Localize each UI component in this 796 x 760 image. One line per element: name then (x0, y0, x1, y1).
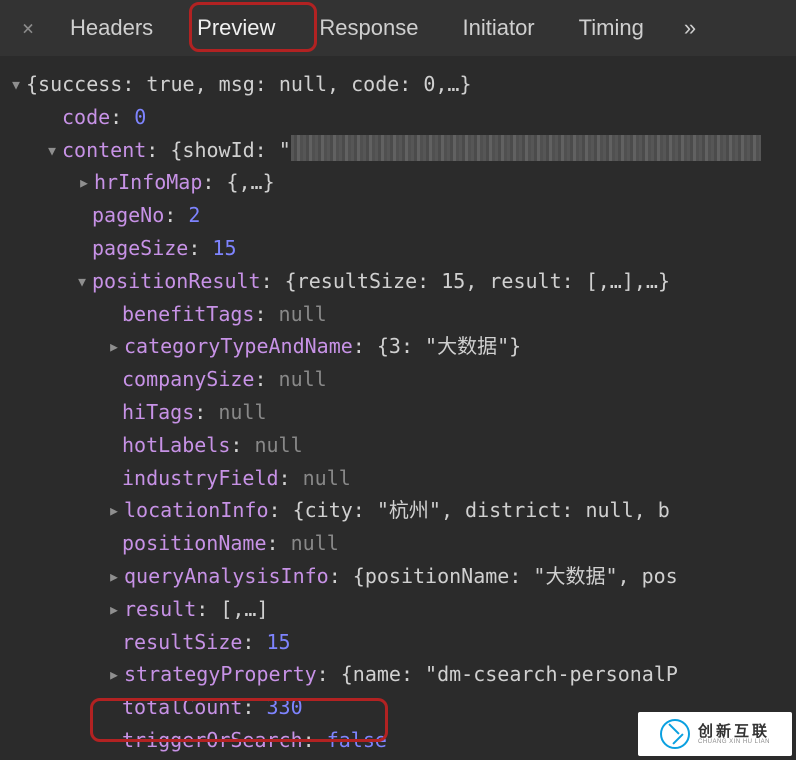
devtools-panel-tabbar: × Headers Preview Response Initiator Tim… (0, 0, 796, 56)
prop-positionname[interactable]: positionName: null (8, 527, 796, 560)
tab-timing[interactable]: Timing (557, 5, 666, 51)
toggle-icon[interactable] (8, 68, 24, 101)
prop-content[interactable]: content: {showId: " (8, 134, 796, 167)
toggle-icon[interactable] (106, 658, 122, 691)
root-summary: {success: true, msg: null, code: 0,…} (26, 72, 472, 96)
prop-locationinfo[interactable]: locationInfo: {city: "杭州", district: nul… (8, 494, 796, 527)
prop-result[interactable]: result: [,…] (8, 593, 796, 626)
more-tabs-icon[interactable]: » (666, 5, 714, 51)
toggle-icon[interactable] (106, 330, 122, 363)
prop-hrinfomap[interactable]: hrInfoMap: {,…} (8, 166, 796, 199)
watermark-mark-icon (660, 719, 690, 749)
prop-industryfield[interactable]: industryField: null (8, 462, 796, 495)
prop-queryanalysisinfo[interactable]: queryAnalysisInfo: {positionName: "大数据",… (8, 560, 796, 593)
prop-code[interactable]: code: 0 (8, 101, 796, 134)
prop-benefittags[interactable]: benefitTags: null (8, 298, 796, 331)
prop-companysize[interactable]: companySize: null (8, 363, 796, 396)
prop-strategyproperty[interactable]: strategyProperty: {name: "dm-csearch-per… (8, 658, 796, 691)
prop-hitags[interactable]: hiTags: null (8, 396, 796, 429)
prop-hotlabels[interactable]: hotLabels: null (8, 429, 796, 462)
json-preview-tree: {success: true, msg: null, code: 0,…} co… (0, 56, 796, 757)
watermark-text-cn: 创新互联 (698, 724, 770, 739)
root-object[interactable]: {success: true, msg: null, code: 0,…} (8, 68, 796, 101)
toggle-icon[interactable] (106, 494, 122, 527)
prop-resultsize[interactable]: resultSize: 15 (8, 626, 796, 659)
tab-preview[interactable]: Preview (175, 5, 297, 51)
watermark-text-en: CHUANG XIN HU LIAN (698, 739, 770, 745)
prop-pageno[interactable]: pageNo: 2 (8, 199, 796, 232)
redacted-showid (291, 135, 761, 161)
close-icon[interactable]: × (8, 16, 48, 40)
toggle-icon[interactable] (76, 166, 92, 199)
watermark-logo: 创新互联 CHUANG XIN HU LIAN (638, 712, 792, 756)
prop-positionresult[interactable]: positionResult: {resultSize: 15, result:… (8, 265, 796, 298)
prop-categorytypeandname[interactable]: categoryTypeAndName: {3: "大数据"} (8, 330, 796, 363)
prop-pagesize[interactable]: pageSize: 15 (8, 232, 796, 265)
tab-headers[interactable]: Headers (48, 5, 175, 51)
toggle-icon[interactable] (74, 265, 90, 298)
toggle-icon[interactable] (106, 560, 122, 593)
toggle-icon[interactable] (106, 593, 122, 626)
toggle-icon[interactable] (44, 134, 60, 167)
tab-initiator[interactable]: Initiator (440, 5, 556, 51)
tab-response[interactable]: Response (297, 5, 440, 51)
